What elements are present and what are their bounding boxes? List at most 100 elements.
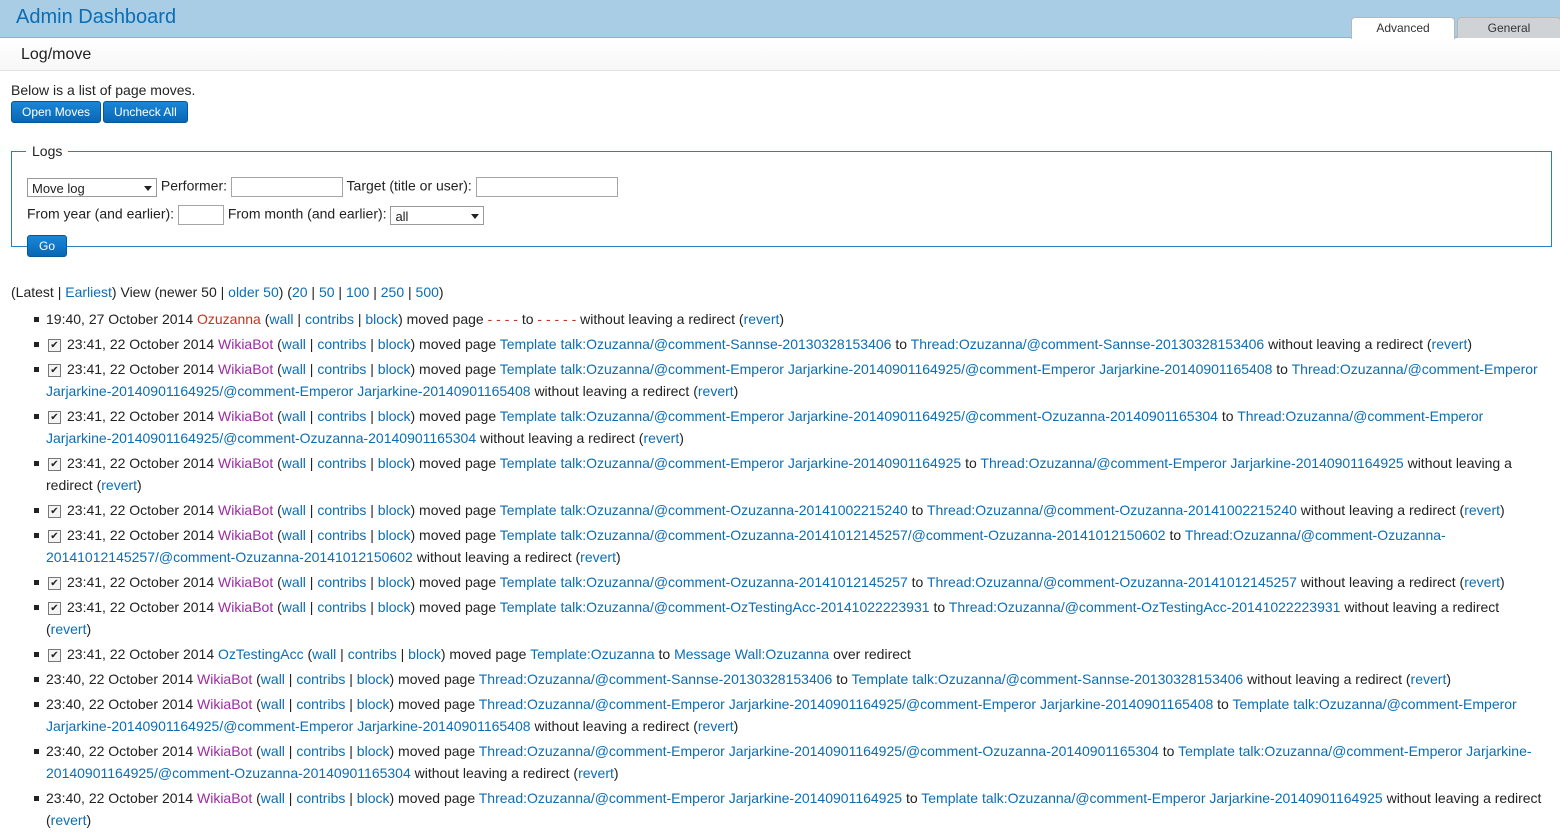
entry-user-link[interactable]: WikiaBot [197,671,252,687]
contribs-link[interactable]: contribs [317,527,366,543]
contribs-link[interactable]: contribs [317,574,366,590]
target-input[interactable] [475,177,618,197]
block-link[interactable]: block [378,527,411,543]
limit-20-link[interactable]: 20 [292,284,308,300]
entry-user-link[interactable]: WikiaBot [218,574,273,590]
wall-link[interactable]: wall [261,671,285,687]
block-link[interactable]: block [378,361,411,377]
contribs-link[interactable]: contribs [296,790,345,806]
block-link[interactable]: block [378,336,411,352]
block-link[interactable]: block [378,455,411,471]
source-page-link[interactable]: Thread:Ozuzanna/@comment-Emperor Jarjark… [479,790,902,806]
entry-checkbox[interactable]: ✔ [48,601,61,615]
wall-link[interactable]: wall [282,502,306,518]
block-link[interactable]: block [357,743,390,759]
source-page-link[interactable]: - - - - [488,311,518,327]
tab-general[interactable]: General [1457,17,1560,38]
entry-user-link[interactable]: WikiaBot [218,527,273,543]
contribs-link[interactable]: contribs [296,671,345,687]
block-link[interactable]: block [378,574,411,590]
earliest-link[interactable]: Earliest [65,284,112,300]
target-page-link[interactable]: Template talk:Ozuzanna/@comment-Sannse-2… [852,671,1244,687]
year-input[interactable] [177,205,224,225]
target-page-link[interactable]: Template talk:Ozuzanna/@comment-Emperor … [921,790,1382,806]
older-link[interactable]: older 50 [228,284,279,300]
source-page-link[interactable]: Template talk:Ozuzanna/@comment-Ozuzanna… [500,502,908,518]
entry-user-link[interactable]: WikiaBot [197,743,252,759]
revert-link[interactable]: revert [698,383,734,399]
revert-link[interactable]: revert [51,812,87,828]
entry-checkbox[interactable]: ✔ [48,529,61,543]
target-page-link[interactable]: Thread:Ozuzanna/@comment-Ozuzanna-201410… [927,502,1297,518]
source-page-link[interactable]: Template talk:Ozuzanna/@comment-Emperor … [500,455,961,471]
contribs-link[interactable]: contribs [348,646,397,662]
limit-50-link[interactable]: 50 [319,284,335,300]
target-page-link[interactable]: Message Wall:Ozuzanna [674,646,829,662]
revert-link[interactable]: revert [101,477,137,493]
tab-advanced[interactable]: Advanced [1351,17,1455,39]
limit-250-link[interactable]: 250 [381,284,404,300]
entry-user-link[interactable]: WikiaBot [218,455,273,471]
entry-user-link[interactable]: WikiaBot [218,336,273,352]
entry-user-link[interactable]: WikiaBot [197,696,252,712]
wall-link[interactable]: wall [261,743,285,759]
wall-link[interactable]: wall [282,408,306,424]
block-link[interactable]: block [378,502,411,518]
wall-link[interactable]: wall [312,646,336,662]
target-page-link[interactable]: Thread:Ozuzanna/@comment-OzTestingAcc-20… [949,599,1341,615]
target-page-link[interactable]: Thread:Ozuzanna/@comment-Ozuzanna-201410… [927,574,1297,590]
revert-link[interactable]: revert [744,311,780,327]
go-button[interactable]: Go [27,235,68,257]
block-link[interactable]: block [378,599,411,615]
block-link[interactable]: block [357,790,390,806]
app-title[interactable]: Admin Dashboard [16,6,176,29]
block-link[interactable]: block [357,671,390,687]
entry-user-link[interactable]: OzTestingAcc [218,646,304,662]
contribs-link[interactable]: contribs [317,455,366,471]
contribs-link[interactable]: contribs [317,408,366,424]
revert-link[interactable]: revert [1411,671,1447,687]
wall-link[interactable]: wall [261,696,285,712]
entry-checkbox[interactable]: ✔ [48,648,61,662]
revert-link[interactable]: revert [643,430,679,446]
revert-link[interactable]: revert [51,621,87,637]
revert-link[interactable]: revert [698,718,734,734]
performer-input[interactable] [230,177,343,197]
entry-checkbox[interactable]: ✔ [48,504,61,518]
contribs-link[interactable]: contribs [305,311,354,327]
uncheck-all-button[interactable]: Uncheck All [103,101,188,123]
entry-checkbox[interactable]: ✔ [48,457,61,471]
revert-link[interactable]: revert [1432,336,1468,352]
source-page-link[interactable]: Template talk:Ozuzanna/@comment-Emperor … [500,361,1273,377]
limit-500-link[interactable]: 500 [416,284,439,300]
entry-user-link[interactable]: Ozuzanna [197,311,261,327]
target-page-link[interactable]: Thread:Ozuzanna/@comment-Sannse-20130328… [911,336,1265,352]
entry-checkbox[interactable]: ✔ [48,363,61,377]
entry-user-link[interactable]: WikiaBot [218,599,273,615]
wall-link[interactable]: wall [269,311,293,327]
block-link[interactable]: block [378,408,411,424]
revert-link[interactable]: revert [1464,502,1500,518]
source-page-link[interactable]: Thread:Ozuzanna/@comment-Sannse-20130328… [479,671,833,687]
contribs-link[interactable]: contribs [317,361,366,377]
log-type-select[interactable]: Move log [27,177,157,197]
entry-user-link[interactable]: WikiaBot [197,790,252,806]
month-select[interactable]: all [390,205,485,225]
limit-100-link[interactable]: 100 [346,284,369,300]
wall-link[interactable]: wall [282,599,306,615]
wall-link[interactable]: wall [282,527,306,543]
source-page-link[interactable]: Template talk:Ozuzanna/@comment-OzTestin… [500,599,930,615]
contribs-link[interactable]: contribs [317,599,366,615]
block-link[interactable]: block [357,696,390,712]
source-page-link[interactable]: Thread:Ozuzanna/@comment-Emperor Jarjark… [479,696,1214,712]
open-moves-button[interactable]: Open Moves [11,101,102,123]
source-page-link[interactable]: Thread:Ozuzanna/@comment-Emperor Jarjark… [479,743,1159,759]
source-page-link[interactable]: Template talk:Ozuzanna/@comment-Ozuzanna… [500,527,1166,543]
entry-checkbox[interactable]: ✔ [48,410,61,424]
target-page-link[interactable]: - - - - - [537,311,576,327]
revert-link[interactable]: revert [1464,574,1500,590]
source-page-link[interactable]: Template talk:Ozuzanna/@comment-Ozuzanna… [500,574,908,590]
source-page-link[interactable]: Template:Ozuzanna [530,646,655,662]
entry-user-link[interactable]: WikiaBot [218,502,273,518]
entry-checkbox[interactable]: ✔ [48,576,61,590]
